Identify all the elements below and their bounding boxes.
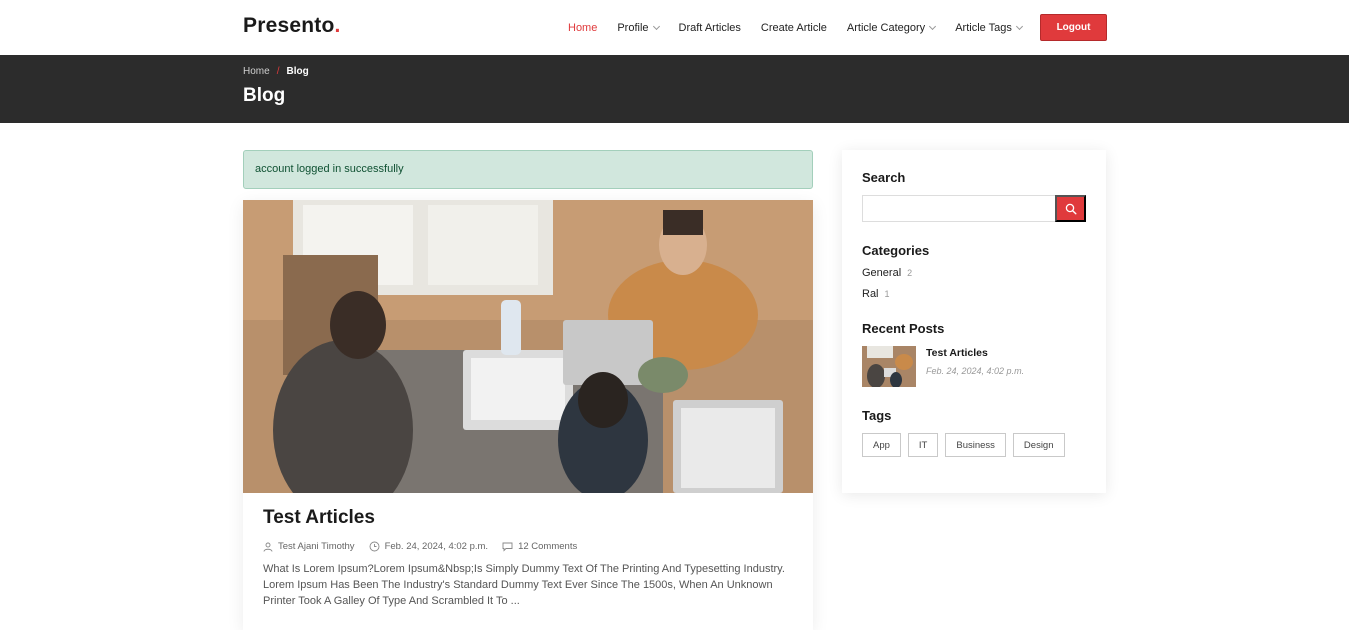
category-name: General	[862, 267, 902, 279]
nav-draft-articles-label: Draft Articles	[678, 21, 741, 34]
user-icon	[263, 542, 273, 552]
category-name: Ral	[862, 288, 879, 300]
tag-business[interactable]: Business	[945, 433, 1006, 457]
breadcrumb-current: Blog	[286, 66, 309, 77]
nav-article-tags-label: Article Tags	[955, 21, 1012, 34]
search-button[interactable]	[1055, 195, 1086, 222]
page-title-bar: Home / Blog Blog	[0, 55, 1349, 123]
search-input[interactable]	[862, 195, 1055, 222]
search-heading: Search	[862, 170, 906, 185]
recent-post-info: Test Articles Feb. 24, 2024, 4:02 p.m.	[926, 346, 1024, 387]
tag-it[interactable]: IT	[907, 433, 939, 457]
success-alert: account logged in successfully	[243, 150, 813, 189]
category-count: 1	[884, 289, 890, 299]
nav-create-article-label: Create Article	[760, 21, 827, 34]
recent-post-title[interactable]: Test Articles	[926, 347, 1024, 359]
sidebar: Search Categories General 2 Ral 1 Recent P…	[842, 150, 1106, 493]
nav-create-article[interactable]: Create Article	[761, 22, 827, 34]
recent-posts-heading: Recent Posts	[862, 321, 945, 336]
logo-text: Presento	[243, 14, 335, 37]
category-item[interactable]: General 2	[862, 267, 1086, 279]
chevron-down-icon	[1015, 22, 1023, 30]
nav-article-category-label: Article Category	[846, 21, 926, 34]
search-form	[862, 195, 1086, 222]
nav-home-label: Home	[568, 21, 598, 34]
breadcrumb-home[interactable]: Home	[243, 66, 270, 77]
recent-post-item[interactable]: Test Articles Feb. 24, 2024, 4:02 p.m.	[862, 346, 1086, 387]
post-body: Test Articles Test Ajani Timothy Feb. 24…	[243, 493, 813, 623]
clock-icon	[369, 541, 380, 552]
tag-design[interactable]: Design	[1012, 433, 1065, 457]
post-date[interactable]: Feb. 24, 2024, 4:02 p.m.	[369, 541, 489, 552]
nav-profile-label: Profile	[617, 21, 649, 34]
search-icon	[1065, 203, 1076, 214]
nav-article-category[interactable]: Article Category	[846, 21, 937, 34]
breadcrumb-separator: /	[276, 66, 280, 77]
nav-article-tags[interactable]: Article Tags	[955, 21, 1023, 34]
nav-profile[interactable]: Profile	[617, 21, 660, 34]
post-date-text: Feb. 24, 2024, 4:02 p.m.	[384, 541, 489, 552]
category-item[interactable]: Ral 1	[862, 288, 1086, 300]
nav-home[interactable]: Home	[568, 22, 597, 34]
post-author-name: Test Ajani Timothy	[278, 541, 355, 552]
chevron-down-icon	[929, 22, 937, 30]
site-header: Presento. Home Profile Draft Articles Cr…	[0, 0, 1349, 55]
logout-button[interactable]: Logout	[1040, 14, 1107, 41]
chevron-down-icon	[652, 22, 660, 30]
categories-heading: Categories	[862, 243, 930, 258]
blog-post-card: Test Articles Test Ajani Timothy Feb. 24…	[243, 200, 813, 630]
post-excerpt: What Is Lorem Ipsum?Lorem Ipsum&Nbsp;Is …	[263, 563, 785, 607]
page-title: Blog	[243, 85, 286, 106]
site-logo[interactable]: Presento.	[243, 14, 341, 38]
recent-post-thumbnail[interactable]	[862, 346, 916, 387]
post-comments-count: 12 Comments	[518, 541, 578, 552]
recent-post-photo	[862, 346, 916, 387]
post-comments[interactable]: 12 Comments	[502, 541, 577, 552]
post-title[interactable]: Test Articles	[263, 507, 793, 529]
category-list: General 2 Ral 1	[862, 267, 1086, 300]
breadcrumb: Home / Blog	[243, 66, 309, 77]
tag-list: App IT Business Design	[862, 433, 1086, 457]
post-author[interactable]: Test Ajani Timothy	[263, 541, 355, 552]
main-nav: Home Profile Draft Articles Create Artic…	[568, 0, 1042, 55]
tags-heading: Tags	[862, 408, 892, 423]
tag-app[interactable]: App	[862, 433, 901, 457]
recent-post-date: Feb. 24, 2024, 4:02 p.m.	[926, 366, 1025, 376]
post-image[interactable]	[243, 200, 813, 493]
category-count: 2	[907, 268, 913, 278]
logo-dot: .	[334, 14, 341, 37]
nav-draft-articles[interactable]: Draft Articles	[679, 22, 741, 34]
comment-icon	[502, 542, 513, 552]
post-meta: Test Ajani Timothy Feb. 24, 2024, 4:02 p…	[263, 541, 793, 552]
post-photo-illustration	[243, 200, 813, 493]
